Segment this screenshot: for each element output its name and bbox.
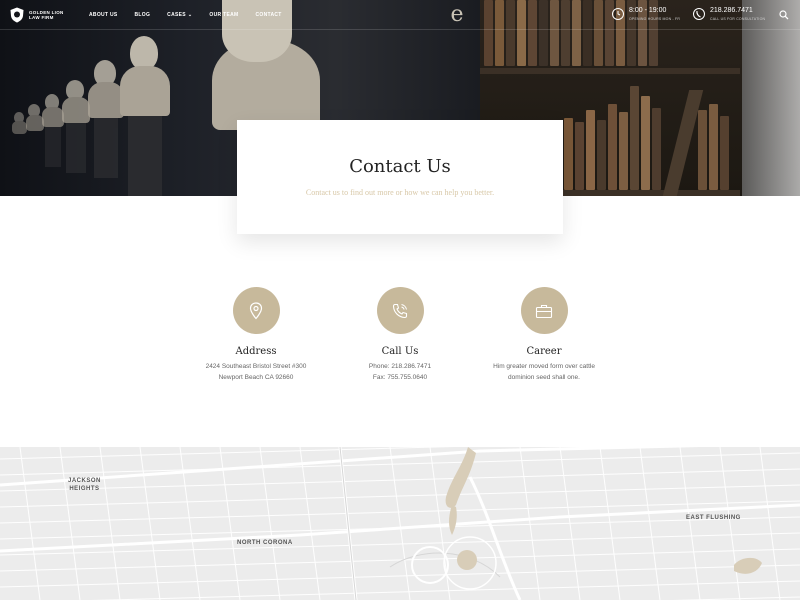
career-line2: dominion seed shall one. bbox=[508, 373, 580, 381]
fax-number: Fax: 755.755.0640 bbox=[372, 373, 428, 381]
book bbox=[608, 104, 617, 190]
book bbox=[720, 116, 729, 190]
nav-item-blog[interactable]: BLOG bbox=[135, 12, 151, 18]
top-navigation: GOLDEN LION LAW FIRM ABOUT US BLOG CASES… bbox=[0, 0, 800, 30]
briefcase-icon bbox=[535, 304, 553, 318]
book bbox=[575, 122, 584, 190]
hours-value: 8:00 - 19:00 bbox=[629, 7, 667, 14]
call-us-column: Call Us Phone: 218.286.7471 Fax: 755.755… bbox=[325, 287, 475, 383]
book bbox=[597, 120, 606, 190]
logo-line2: LAW FIRM bbox=[29, 15, 54, 20]
map-label-line2: HEIGHTS bbox=[69, 486, 100, 492]
book bbox=[619, 112, 628, 190]
address-line1: 2424 Southeast Bristol Street #300 bbox=[205, 363, 307, 370]
main-menu: ABOUT US BLOG CASES ⌄ OUR TEAM CONTACT bbox=[89, 12, 299, 18]
book bbox=[652, 108, 661, 190]
book bbox=[641, 96, 650, 190]
phone-icon bbox=[392, 303, 408, 318]
chevron-down-icon: ⌄ bbox=[187, 12, 193, 18]
clock-icon bbox=[612, 8, 624, 20]
bookshelf-shelf bbox=[480, 68, 740, 74]
nav-item-cases[interactable]: CASES ⌄ bbox=[167, 12, 192, 18]
shield-lion-icon[interactable] bbox=[10, 7, 24, 23]
phone-label: CALL US FOR CONSULTATION bbox=[710, 17, 766, 21]
map-label-line1: JACKSON bbox=[68, 478, 101, 484]
phone-value[interactable]: 218.286.7471 bbox=[710, 7, 753, 14]
book bbox=[586, 110, 595, 190]
book bbox=[709, 104, 718, 190]
map-label-east-flushing: EAST FLUSHING bbox=[686, 515, 741, 521]
book bbox=[564, 118, 573, 190]
map-label-jackson-heights: JACKSON HEIGHTS bbox=[68, 477, 101, 493]
phone-number[interactable]: Phone: 218.286.7471 bbox=[325, 362, 475, 373]
map-streets bbox=[0, 447, 800, 600]
logo-text[interactable]: GOLDEN LION LAW FIRM bbox=[29, 10, 64, 20]
career-icon-circle bbox=[520, 287, 568, 334]
address-line2: Newport Beach CA 92660 bbox=[218, 373, 294, 381]
nav-item-cases-label: CASES bbox=[167, 12, 186, 18]
call-us-icon-circle bbox=[376, 287, 424, 334]
call-us-title: Call Us bbox=[381, 346, 419, 357]
address-text: 2424 Southeast Bristol Street #300 Newpo… bbox=[181, 362, 331, 383]
career-text: Him greater moved form over cattle domin… bbox=[469, 362, 619, 383]
brand-logo[interactable]: e bbox=[446, 2, 468, 28]
book bbox=[630, 86, 639, 190]
address-icon-circle bbox=[232, 287, 280, 334]
book bbox=[698, 110, 707, 190]
nav-item-contact[interactable]: CONTACT bbox=[255, 12, 281, 18]
search-icon[interactable] bbox=[779, 10, 789, 20]
map-pin-icon bbox=[249, 301, 263, 319]
career-column: Career Him greater moved form over cattl… bbox=[469, 287, 619, 383]
phone-icon bbox=[693, 8, 705, 20]
hours-label: OPENING HOURS MON - FR bbox=[629, 17, 681, 21]
call-us-text: Phone: 218.286.7471 Fax: 755.755.0640 bbox=[325, 362, 475, 383]
career-line1: Him greater moved form over cattle bbox=[493, 363, 595, 370]
career-title: Career bbox=[526, 346, 562, 357]
contact-card: Contact Us Contact us to find out more o… bbox=[237, 120, 563, 234]
location-map[interactable]: JACKSON HEIGHTS NORTH CORONA EAST FLUSHI… bbox=[0, 447, 800, 600]
address-title: Address bbox=[235, 346, 277, 357]
address-column: Address 2424 Southeast Bristol Street #3… bbox=[181, 287, 331, 383]
page-title: Contact Us bbox=[349, 156, 451, 177]
page-subtitle: Contact us to find out more or how we ca… bbox=[305, 188, 495, 197]
map-label-north-corona: NORTH CORONA bbox=[237, 540, 293, 546]
nav-item-our-team[interactable]: OUR TEAM bbox=[209, 12, 238, 18]
nav-item-about-us[interactable]: ABOUT US bbox=[89, 12, 118, 18]
